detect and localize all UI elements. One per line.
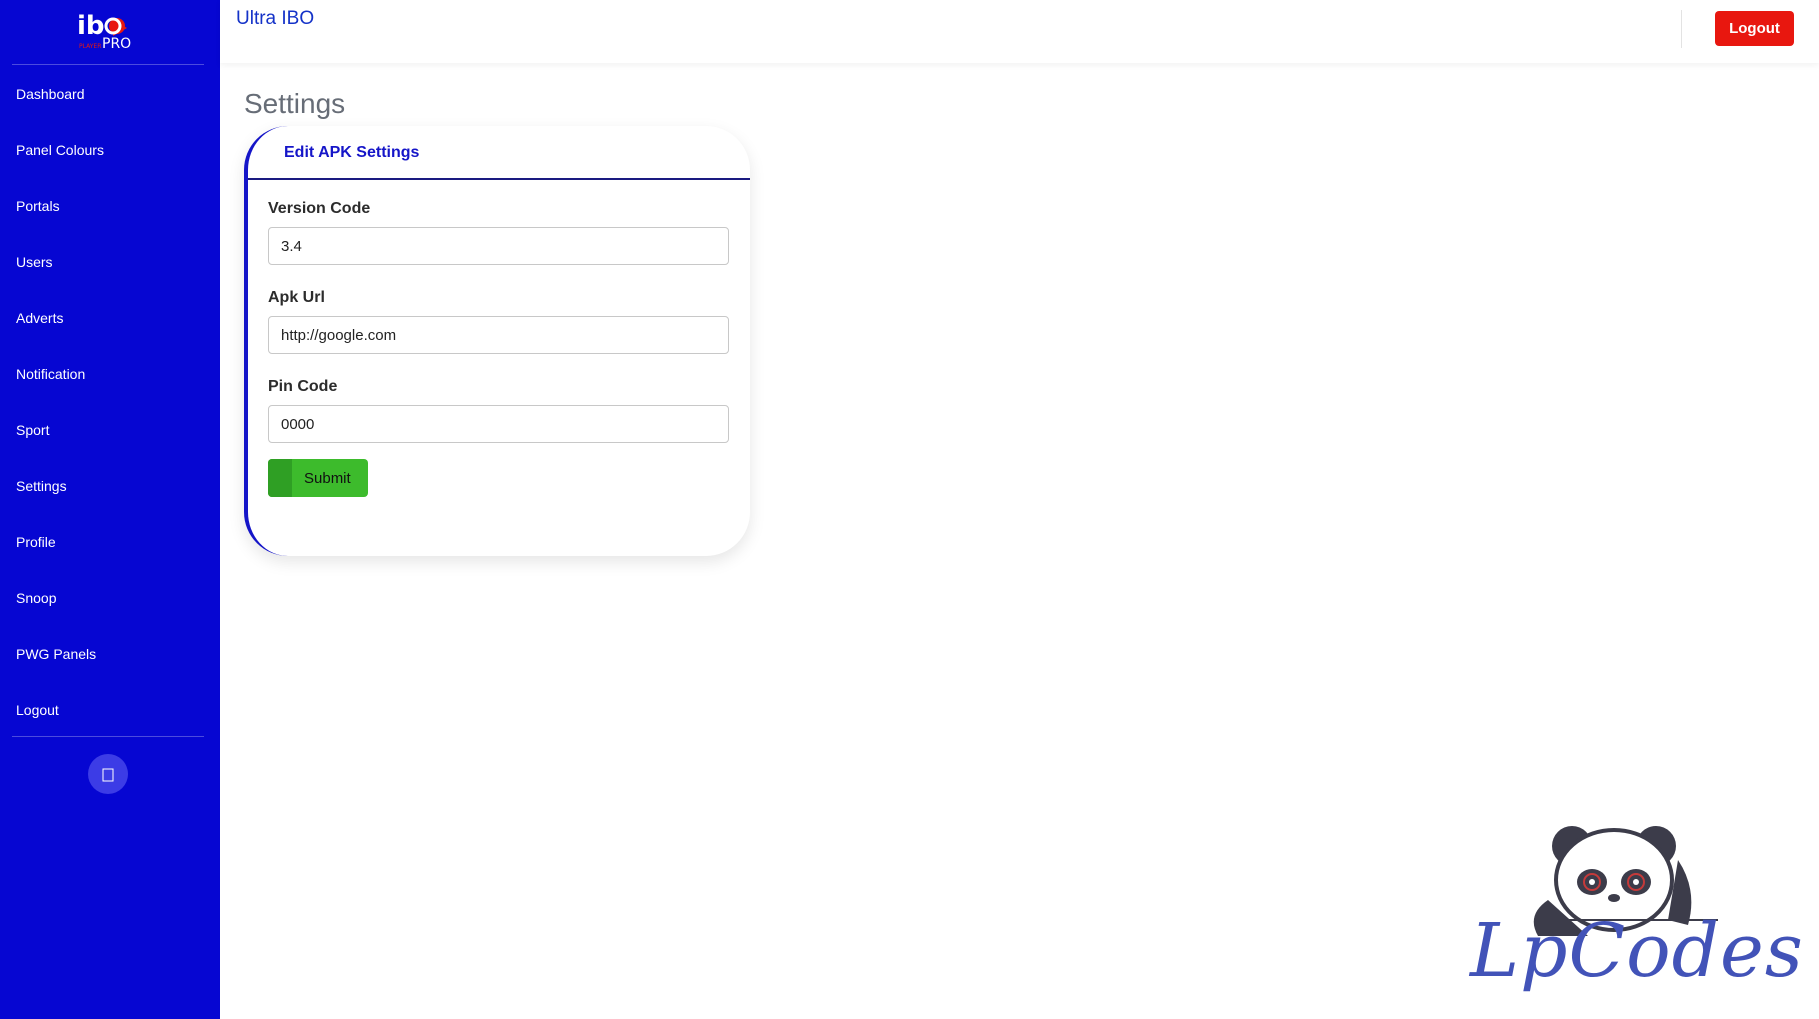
sidebar-item-label: Dashboard (16, 86, 85, 102)
svg-text:PRO: PRO (102, 36, 131, 52)
sidebar-item-label: Adverts (16, 310, 64, 326)
submit-button[interactable]: Submit (268, 459, 368, 497)
sidebar-item-label: PWG Panels (16, 646, 97, 662)
svg-text:ib: ib (77, 11, 105, 41)
sidebar-toggle-button[interactable] (88, 754, 128, 794)
sidebar-item-portals[interactable]: Portals (0, 178, 220, 234)
sidebar-item-snoop[interactable]: Snoop (0, 570, 220, 626)
sidebar-item-label: Snoop (16, 590, 57, 606)
sidebar-item-label: Settings (16, 478, 67, 494)
sidebar-item-pwg-panels[interactable]: PWG Panels (0, 626, 220, 682)
apk-url-label: Apk Url (268, 289, 325, 306)
brand-logo[interactable]: ib PRO PLAYER (12, 0, 204, 65)
card-header-title: Edit APK Settings (284, 144, 420, 161)
sidebar-item-label: Users (16, 254, 53, 270)
sidebar: ib PRO PLAYER Dashboard Panel Colours Po… (0, 0, 220, 1019)
sidebar-item-label: Sport (16, 422, 50, 438)
watermark-text: LpCodes (1470, 908, 1804, 994)
pin-code-input[interactable] (268, 405, 729, 443)
pin-code-label: Pin Code (268, 378, 338, 395)
sidebar-item-adverts[interactable]: Adverts (0, 290, 220, 346)
page-title: Settings (244, 88, 346, 119)
lpcodes-watermark: LpCodes (1470, 820, 1803, 1010)
sidebar-item-logout[interactable]: Logout (0, 682, 220, 738)
chevron-left-icon (102, 768, 114, 782)
sidebar-item-notification[interactable]: Notification (0, 346, 220, 402)
sidebar-item-label: Logout (16, 702, 59, 718)
topbar-divider (1681, 10, 1682, 48)
sidebar-nav: Dashboard Panel Colours Portals Users Ad… (0, 66, 220, 738)
topbar: Ultra IBO Logout (220, 0, 1819, 63)
sidebar-item-profile[interactable]: Profile (0, 514, 220, 570)
sidebar-item-settings[interactable]: Settings (0, 458, 220, 514)
app-title[interactable]: Ultra IBO (236, 8, 314, 30)
svg-text:PLAYER: PLAYER (79, 43, 101, 50)
card-header: Edit APK Settings (248, 126, 750, 180)
sidebar-item-label: Portals (16, 198, 60, 214)
submit-label: Submit (304, 469, 351, 487)
apk-settings-form: Version Code Apk Url Pin Code Submit (268, 200, 729, 497)
apk-settings-card: Edit APK Settings Version Code Apk Url P… (244, 126, 750, 556)
sidebar-item-sport[interactable]: Sport (0, 402, 220, 458)
ibo-pro-logo-icon: ib PRO PLAYER (77, 11, 131, 52)
sidebar-item-label: Notification (16, 366, 86, 382)
app-root: ib PRO PLAYER Dashboard Panel Colours Po… (0, 0, 1819, 1019)
submit-accent (268, 459, 292, 497)
sidebar-item-label: Panel Colours (16, 142, 104, 158)
logout-button[interactable]: Logout (1715, 11, 1794, 46)
sidebar-item-users[interactable]: Users (0, 234, 220, 290)
sidebar-divider (12, 736, 204, 737)
apk-url-input[interactable] (268, 316, 729, 354)
version-code-input[interactable] (268, 227, 729, 265)
version-code-label: Version Code (268, 200, 371, 217)
sidebar-item-label: Profile (16, 534, 56, 550)
sidebar-item-panel-colours[interactable]: Panel Colours (0, 122, 220, 178)
sidebar-item-dashboard[interactable]: Dashboard (0, 66, 220, 122)
